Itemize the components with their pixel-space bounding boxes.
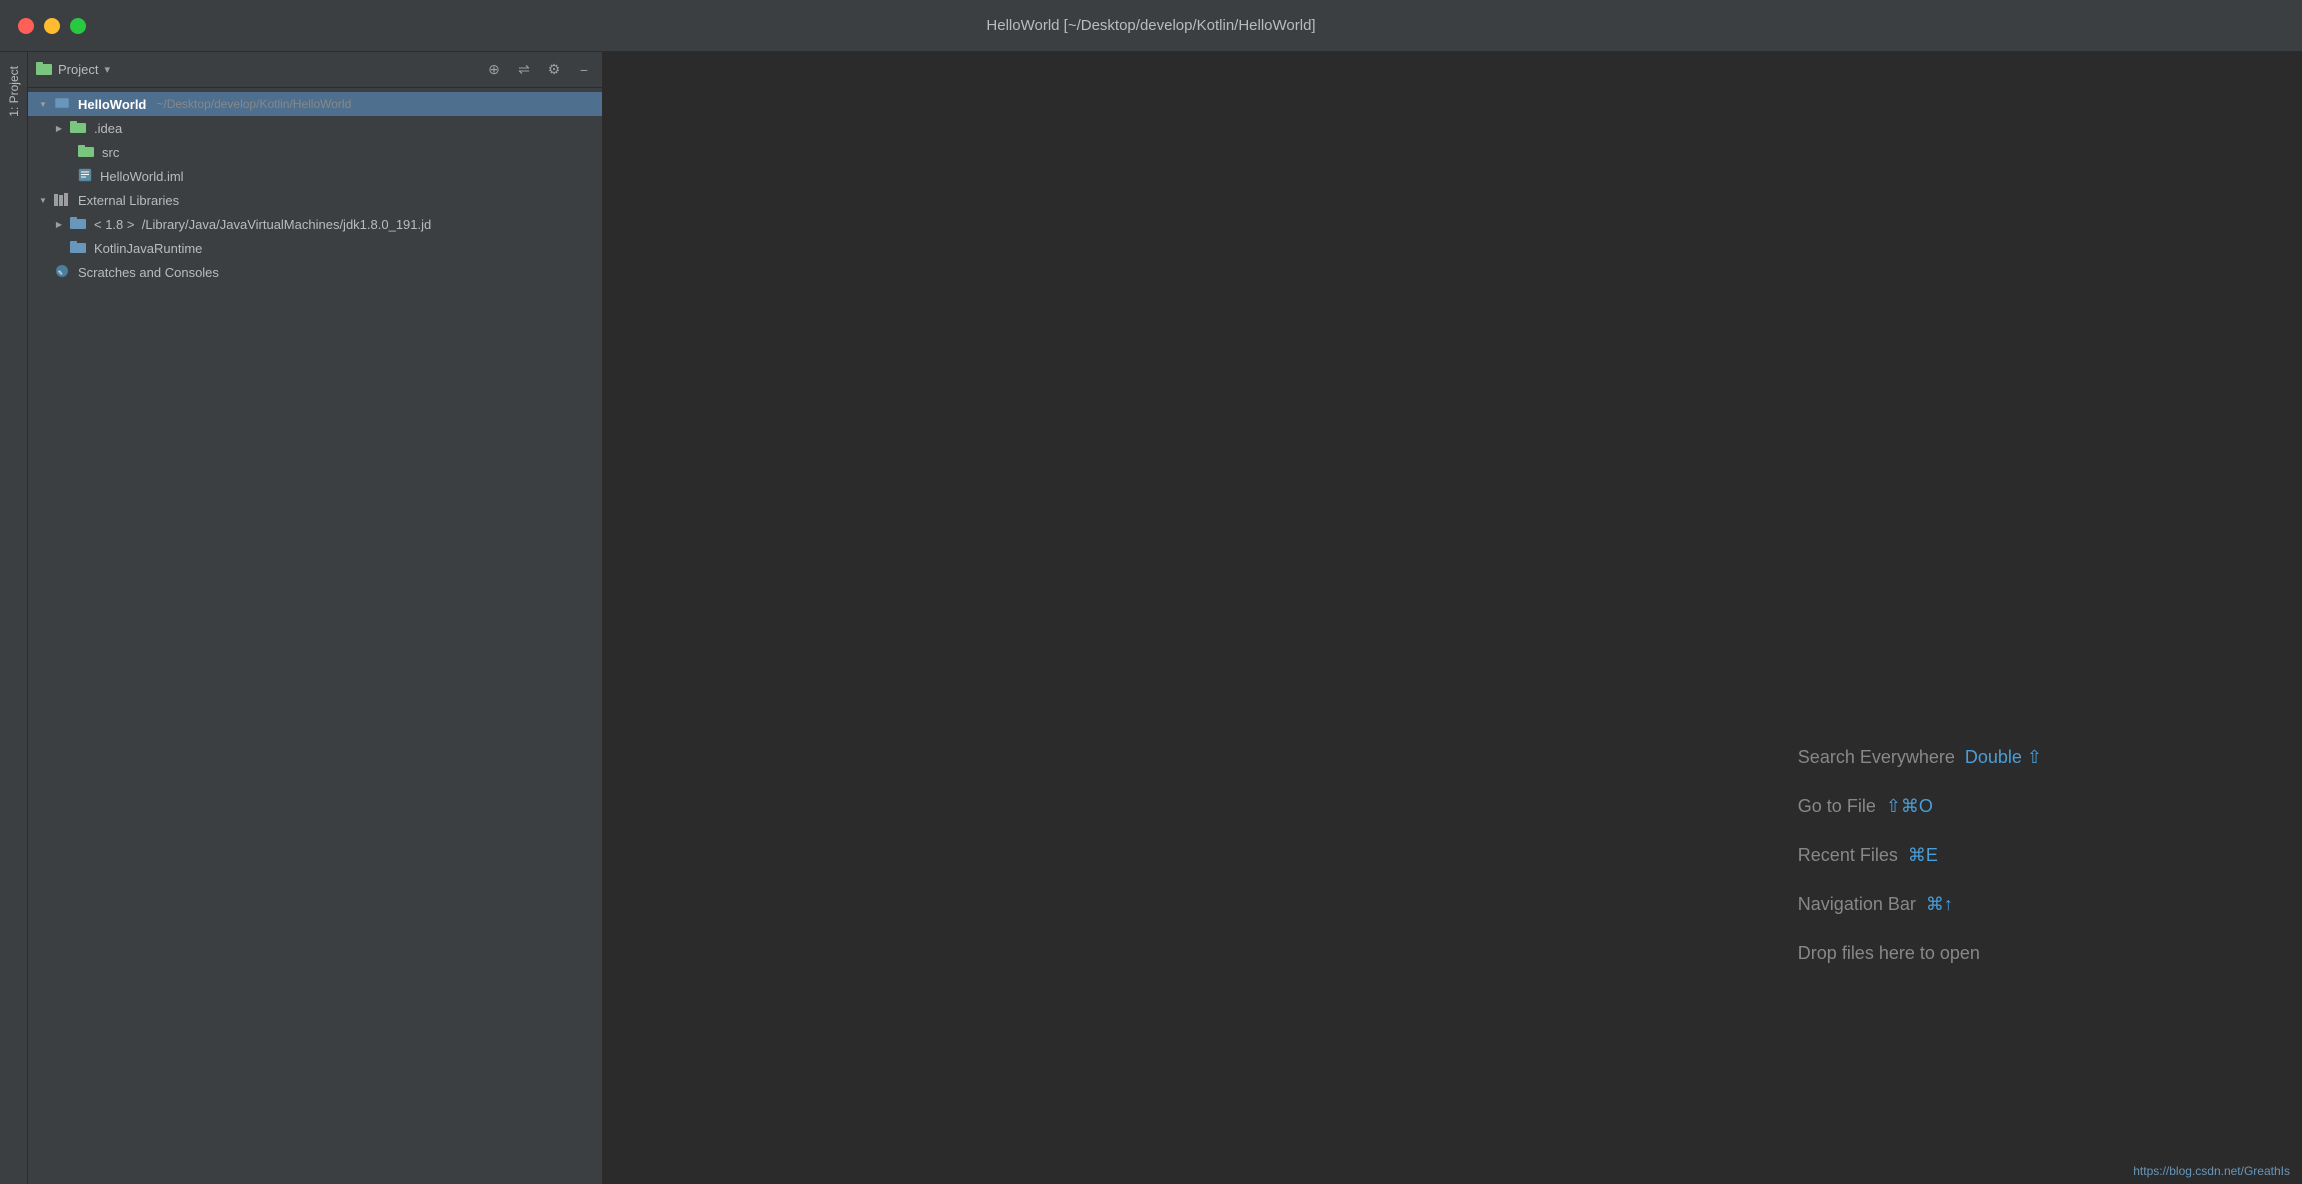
editor-content: Search Everywhere Double ⇧ Go to File ⇧⌘… xyxy=(603,52,2302,1184)
jdk-icon xyxy=(70,216,86,233)
shortcut-recent-files: Recent Files ⌘E xyxy=(1798,845,2042,866)
idea-label: .idea xyxy=(94,121,122,136)
tab-project[interactable]: 1: Project xyxy=(3,56,25,127)
project-folder-icon xyxy=(36,61,52,78)
idea-folder-icon xyxy=(70,120,86,137)
sidebar: Project ▾ ⊕ ⇌ ⚙ − xyxy=(28,52,603,1184)
scratches-label: Scratches and Consoles xyxy=(78,265,219,280)
editor-area: Search Everywhere Double ⇧ Go to File ⇧⌘… xyxy=(603,52,2302,1184)
search-everywhere-keys: Double ⇧ xyxy=(1965,747,2042,768)
scroll-from-source-button[interactable]: ⇌ xyxy=(514,60,534,80)
navigation-bar-keys: ⌘↑ xyxy=(1926,894,1953,915)
tree-item-idea[interactable]: .idea xyxy=(28,116,602,140)
tree-item-scratches[interactable]: ✎ Scratches and Consoles xyxy=(28,260,602,284)
svg-text:✎: ✎ xyxy=(58,268,63,277)
sidebar-project-label: Project xyxy=(58,62,98,77)
helloworld-root-label: HelloWorld xyxy=(78,97,146,112)
collapse-button[interactable]: − xyxy=(574,60,594,80)
status-bar-url[interactable]: https://blog.csdn.net/GreathIs xyxy=(2133,1164,2290,1178)
status-bar: https://blog.csdn.net/GreathIs xyxy=(2121,1158,2302,1184)
vertical-tab-strip: 1: Project xyxy=(0,52,28,1184)
jdk-label: < 1.8 > /Library/Java/JavaVirtualMachine… xyxy=(94,217,431,232)
search-everywhere-label: Search Everywhere xyxy=(1798,747,1955,768)
external-libraries-label: External Libraries xyxy=(78,193,179,208)
arrow-helloworld xyxy=(36,97,50,111)
tree-item-helloworld-root[interactable]: HelloWorld ~/Desktop/develop/Kotlin/Hell… xyxy=(28,92,602,116)
recent-files-keys: ⌘E xyxy=(1908,845,1938,866)
helloworld-root-path: ~/Desktop/develop/Kotlin/HelloWorld xyxy=(156,97,351,111)
shortcuts-area: Search Everywhere Double ⇧ Go to File ⇧⌘… xyxy=(1798,747,2042,964)
add-content-button[interactable]: ⊕ xyxy=(484,60,504,80)
tree-item-helloworld-iml[interactable]: HelloWorld.iml xyxy=(28,164,602,188)
recent-files-label: Recent Files xyxy=(1798,845,1898,866)
tree-item-external-libraries[interactable]: External Libraries xyxy=(28,188,602,212)
module-icon xyxy=(54,96,70,113)
window-title: HelloWorld [~/Desktop/develop/Kotlin/Hel… xyxy=(986,17,1315,34)
title-bar: HelloWorld [~/Desktop/develop/Kotlin/Hel… xyxy=(0,0,2302,52)
go-to-file-keys: ⇧⌘O xyxy=(1886,796,1933,817)
sidebar-title: Project ▾ xyxy=(36,61,476,78)
maximize-button[interactable] xyxy=(70,18,86,34)
src-folder-icon xyxy=(78,144,94,161)
sidebar-toolbar: ⊕ ⇌ ⚙ − xyxy=(484,60,594,80)
file-tree: HelloWorld ~/Desktop/develop/Kotlin/Hell… xyxy=(28,88,602,1184)
settings-button[interactable]: ⚙ xyxy=(544,60,564,80)
iml-label: HelloWorld.iml xyxy=(100,169,184,184)
main-layout: 1: Project Project ▾ ⊕ ⇌ ⚙ − xyxy=(0,52,2302,1184)
external-libs-icon xyxy=(54,192,70,209)
kotlin-runtime-label: KotlinJavaRuntime xyxy=(94,241,202,256)
go-to-file-label: Go to File xyxy=(1798,796,1876,817)
tree-item-kotlin-runtime[interactable]: KotlinJavaRuntime xyxy=(28,236,602,260)
shortcut-search-everywhere: Search Everywhere Double ⇧ xyxy=(1798,747,2042,768)
drop-files-label: Drop files here to open xyxy=(1798,943,1980,964)
arrow-jdk xyxy=(52,217,66,231)
arrow-external-libs xyxy=(36,193,50,207)
traffic-lights xyxy=(18,18,86,34)
sidebar-dropdown-arrow[interactable]: ▾ xyxy=(104,63,110,76)
tree-item-src[interactable]: src xyxy=(28,140,602,164)
shortcut-go-to-file: Go to File ⇧⌘O xyxy=(1798,796,2042,817)
kotlin-runtime-icon xyxy=(70,240,86,257)
shortcut-drop-files: Drop files here to open xyxy=(1798,943,2042,964)
tree-item-jdk[interactable]: < 1.8 > /Library/Java/JavaVirtualMachine… xyxy=(28,212,602,236)
navigation-bar-label: Navigation Bar xyxy=(1798,894,1916,915)
iml-icon xyxy=(78,168,92,185)
close-button[interactable] xyxy=(18,18,34,34)
sidebar-header: Project ▾ ⊕ ⇌ ⚙ − xyxy=(28,52,602,88)
shortcut-navigation-bar: Navigation Bar ⌘↑ xyxy=(1798,894,2042,915)
src-label: src xyxy=(102,145,119,160)
minimize-button[interactable] xyxy=(44,18,60,34)
scratches-icon: ✎ xyxy=(54,264,70,281)
arrow-idea xyxy=(52,121,66,135)
